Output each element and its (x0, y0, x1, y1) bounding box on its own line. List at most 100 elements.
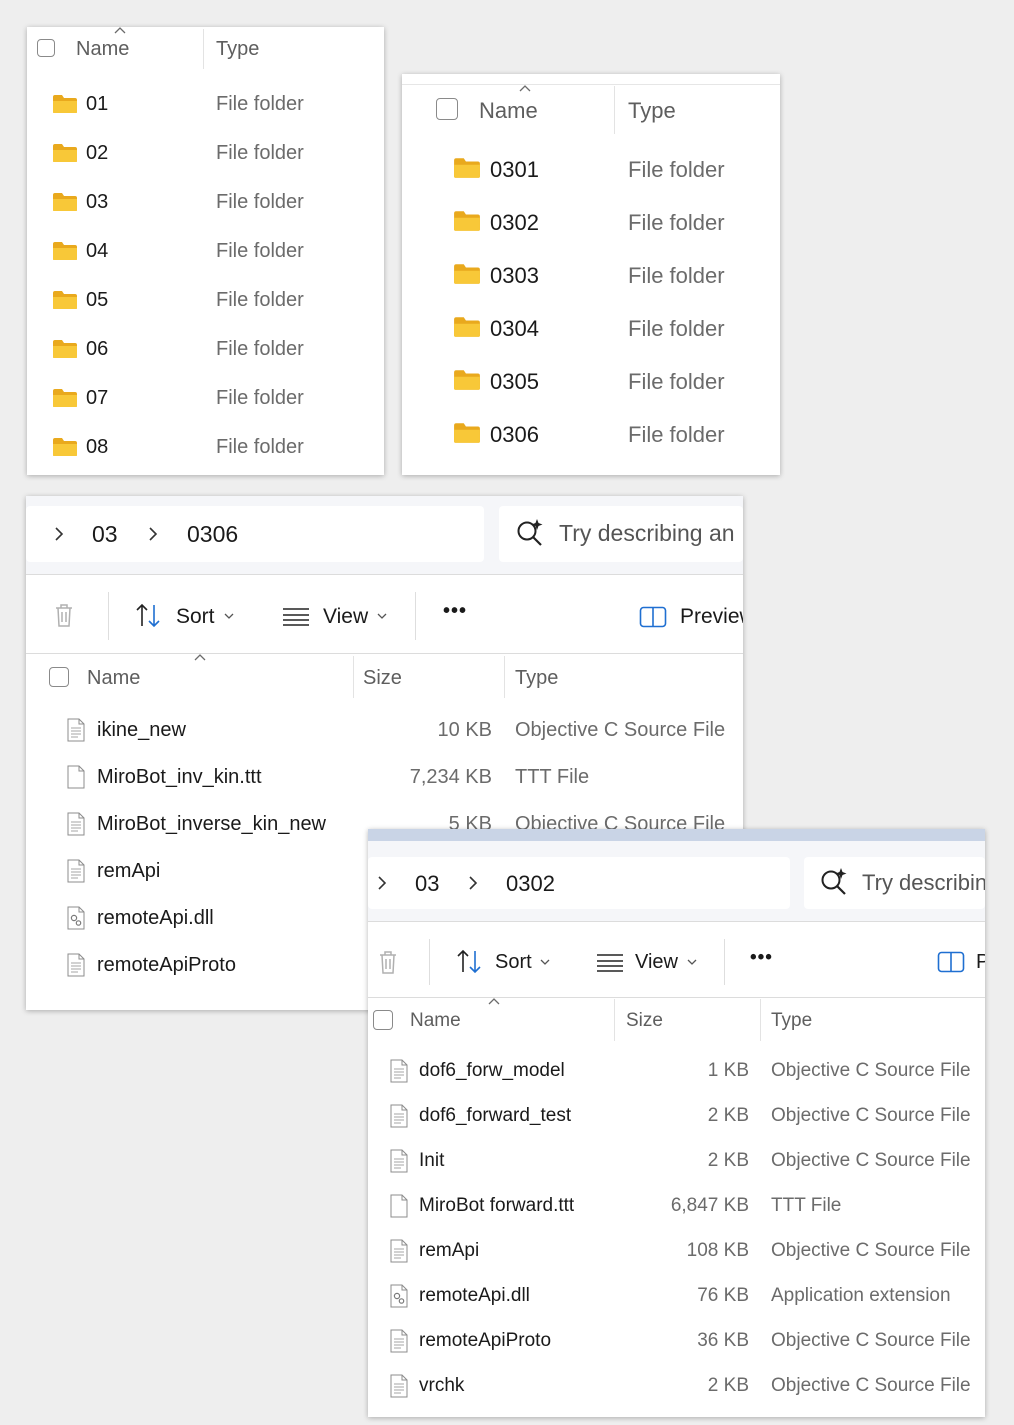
delete-icon[interactable] (52, 601, 76, 629)
folder-type: File folder (216, 142, 304, 164)
source-file-icon (390, 1104, 408, 1133)
more-options-button[interactable]: ••• (750, 947, 773, 969)
folder-icon (52, 94, 78, 119)
view-button[interactable]: View (323, 605, 368, 629)
folder-icon (52, 192, 78, 217)
column-header-name[interactable]: Name (76, 38, 129, 61)
chevron-down-icon[interactable] (376, 612, 388, 620)
file-type: Objective C Source File (771, 1060, 971, 1081)
breadcrumb-item[interactable]: 0302 (506, 871, 555, 897)
source-file-icon (67, 953, 85, 982)
more-options-button[interactable]: ••• (443, 600, 467, 623)
column-header-type[interactable]: Type (515, 667, 558, 690)
folder-type: File folder (216, 338, 304, 360)
source-file-icon (390, 1059, 408, 1088)
breadcrumb-item[interactable]: 03 (92, 521, 118, 548)
file-size: 108 KB (686, 1240, 749, 1261)
chevron-down-icon[interactable] (223, 612, 235, 620)
folder-type: File folder (216, 289, 304, 311)
file-row[interactable]: vrchk 2 KB Objective C Source File (368, 1374, 985, 1400)
chevron-down-icon[interactable] (686, 958, 698, 966)
folder-row[interactable]: 07 File folder (27, 387, 384, 413)
column-divider[interactable] (353, 656, 354, 698)
file-size: 76 KB (697, 1285, 749, 1306)
sort-icon[interactable] (134, 602, 164, 630)
sort-icon[interactable] (455, 948, 485, 976)
folder-row[interactable]: 08 File folder (27, 436, 384, 462)
breadcrumb-item[interactable]: 0306 (187, 521, 238, 548)
view-icon[interactable] (282, 606, 310, 626)
file-row[interactable]: remApi 108 KB Objective C Source File (368, 1239, 985, 1265)
select-all-checkbox[interactable] (373, 1010, 393, 1030)
folder-row[interactable]: 05 File folder (27, 289, 384, 315)
source-file-icon (67, 812, 85, 841)
preview-button[interactable]: Preview (680, 605, 743, 629)
column-header-type[interactable]: Type (771, 1010, 812, 1032)
chevron-right-icon[interactable] (147, 526, 159, 542)
file-name: remoteApiProto (419, 1330, 552, 1351)
folder-type: File folder (628, 157, 725, 182)
folder-type: File folder (216, 436, 304, 458)
sort-ascending-indicator (488, 998, 500, 1005)
file-size: 36 KB (697, 1330, 749, 1351)
file-type: Objective C Source File (771, 1150, 971, 1171)
select-all-checkbox[interactable] (49, 667, 69, 687)
column-divider[interactable] (760, 999, 761, 1041)
folder-row[interactable]: 02 File folder (27, 142, 384, 168)
explorer-window-0302: 03 0302 Try describin Sort View ••• P Na… (368, 829, 985, 1417)
column-header-size[interactable]: Size (626, 1010, 663, 1032)
folder-row[interactable]: 0303 File folder (402, 263, 780, 291)
folder-row[interactable]: 0306 File folder (402, 422, 780, 450)
toolbar-separator (429, 939, 430, 985)
folder-row[interactable]: 0302 File folder (402, 210, 780, 238)
column-header-type[interactable]: Type (216, 38, 259, 61)
delete-icon[interactable] (376, 948, 400, 976)
folder-name: 04 (86, 240, 109, 262)
file-row[interactable]: dof6_forward_test 2 KB Objective C Source … (368, 1104, 985, 1130)
folder-row[interactable]: 06 File folder (27, 338, 384, 364)
sort-button[interactable]: Sort (495, 951, 532, 974)
file-name: dof6_forw_model (419, 1060, 565, 1081)
chevron-right-icon[interactable] (53, 526, 65, 542)
folder-list-panel-2: Name Type 0301 File folder 0302 File folder… (402, 74, 780, 475)
column-divider[interactable] (504, 656, 505, 698)
preview-pane-icon[interactable] (937, 951, 965, 973)
folder-row[interactable]: 03 File folder (27, 191, 384, 217)
file-row[interactable]: remoteApi.dll 76 KB Application extension (368, 1284, 985, 1310)
file-row[interactable]: MiroBot_inv_kin.ttt 7,234 KB TTT File (26, 765, 743, 791)
folder-row[interactable]: 04 File folder (27, 240, 384, 266)
view-icon[interactable] (596, 952, 624, 972)
folder-icon (52, 143, 78, 168)
folder-row[interactable]: 0304 File folder (402, 316, 780, 344)
column-divider[interactable] (614, 86, 615, 134)
select-all-checkbox[interactable] (37, 39, 55, 57)
folder-row[interactable]: 0305 File folder (402, 369, 780, 397)
file-row[interactable]: Init 2 KB Objective C Source File (368, 1149, 985, 1175)
select-all-checkbox[interactable] (436, 98, 458, 120)
column-header-name[interactable]: Name (479, 98, 538, 124)
folder-row[interactable]: 0301 File folder (402, 157, 780, 185)
chevron-right-icon[interactable] (467, 875, 479, 891)
file-row[interactable]: remoteApiProto 36 KB Objective C Source Fi… (368, 1329, 985, 1355)
column-header-size[interactable]: Size (363, 667, 402, 690)
chevron-down-icon[interactable] (539, 958, 551, 966)
view-button[interactable]: View (635, 951, 678, 974)
file-row[interactable]: dof6_forw_model 1 KB Objective C Source Fi… (368, 1059, 985, 1085)
breadcrumb-item[interactable]: 03 (415, 871, 439, 897)
folder-row[interactable]: 01 File folder (27, 93, 384, 119)
sort-ascending-indicator (194, 654, 206, 661)
column-header-name[interactable]: Name (87, 667, 140, 690)
chevron-right-icon[interactable] (376, 875, 388, 891)
column-divider[interactable] (614, 999, 615, 1041)
file-row[interactable]: ikine_new 10 KB Objective C Source File (26, 718, 743, 744)
toolbar-separator (108, 592, 109, 640)
column-divider[interactable] (203, 29, 204, 69)
column-header-name[interactable]: Name (410, 1010, 461, 1032)
blank-file-icon (390, 1194, 408, 1223)
file-row[interactable]: MiroBot forward.ttt 6,847 KB TTT File (368, 1194, 985, 1220)
preview-button[interactable]: P (976, 951, 985, 974)
sort-button[interactable]: Sort (176, 605, 215, 629)
column-header-type[interactable]: Type (628, 98, 676, 124)
folder-icon (52, 290, 78, 315)
preview-pane-icon[interactable] (639, 606, 667, 628)
